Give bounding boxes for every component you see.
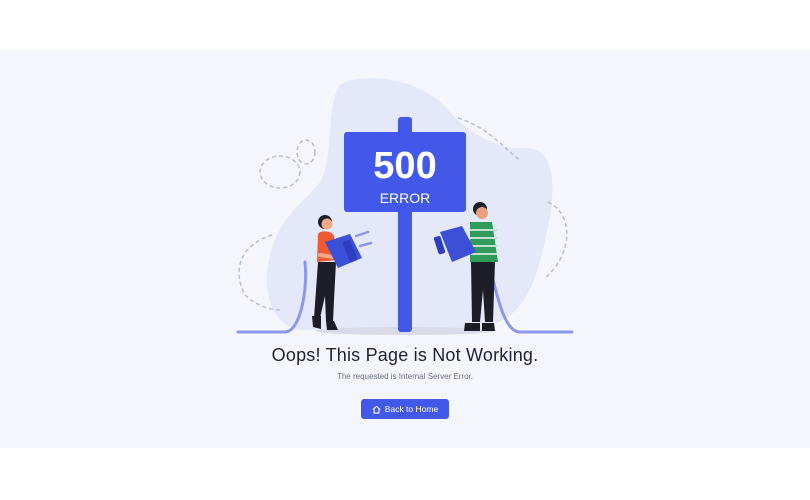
back-to-home-label: Back to Home — [384, 404, 439, 414]
home-icon — [372, 405, 381, 414]
dashed-loop-decoration — [296, 139, 316, 165]
page-title: Oops! This Page is Not Working. — [271, 345, 539, 365]
error-illustration: 500 ERROR — [236, 78, 574, 335]
dashed-loop-decoration — [259, 155, 301, 189]
page-subtitle: The requested is Internal Server Error. — [336, 372, 474, 381]
back-to-home-button[interactable]: Back to Home — [361, 399, 449, 419]
sign-word: ERROR — [380, 190, 431, 206]
sign-code: 500 — [373, 145, 436, 187]
